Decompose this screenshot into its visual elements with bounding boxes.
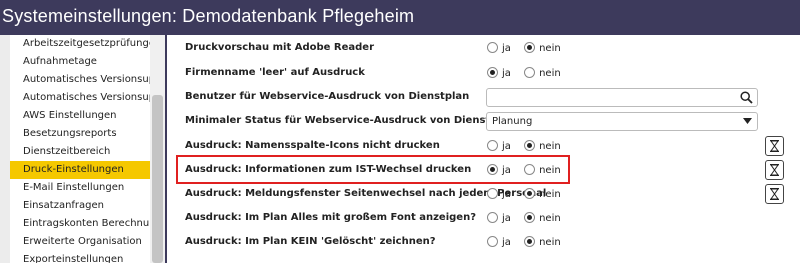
sidebar-item[interactable]: Eintragskonten Berechnung <box>10 215 150 233</box>
settings-sidebar: Arbeitszeitgesetzprüfungen Aufnahmetage … <box>0 35 165 263</box>
scrollbar-thumb[interactable] <box>152 95 163 263</box>
user-search-field[interactable] <box>486 88 758 107</box>
setting-label: Minimaler Status für Webservice-Ausdruck… <box>185 115 515 126</box>
setting-row: Druckvorschau mit Adobe Reader ja nein <box>167 37 800 61</box>
sidebar-item[interactable]: Automatisches Versionsupda <box>10 71 150 89</box>
hourglass-icon <box>770 188 779 200</box>
setting-row: Ausdruck: Im Plan Alles mit großem Font … <box>167 207 800 231</box>
setting-label: Ausdruck: Namensspalte-Icons nicht druck… <box>185 140 440 151</box>
setting-label: Firmenname 'leer' auf Ausdruck <box>185 67 365 78</box>
radio-group: ja nein <box>487 212 571 224</box>
sidebar-item[interactable]: Dienstzeitbereich <box>10 143 150 161</box>
radio-nein[interactable]: nein <box>524 140 561 152</box>
settings-panel: Druckvorschau mit Adobe Reader ja nein F… <box>167 35 800 263</box>
radio-ja[interactable]: ja <box>487 212 511 224</box>
sidebar-item[interactable]: E-Mail Einstellungen <box>10 179 150 197</box>
hourglass-button[interactable] <box>765 160 784 180</box>
hourglass-button[interactable] <box>765 184 784 204</box>
sidebar-item[interactable]: Besetzungsreports <box>10 125 150 143</box>
sidebar-item[interactable]: Erweiterte Organisation <box>10 233 150 251</box>
hourglass-icon <box>770 140 779 152</box>
status-select[interactable]: Planung <box>486 112 758 131</box>
sidebar-item[interactable]: Einsatzanfragen <box>10 197 150 215</box>
setting-row: Benutzer für Webservice-Ausdruck von Die… <box>167 86 800 110</box>
chevron-down-icon[interactable] <box>743 118 752 124</box>
setting-label: Ausdruck: Im Plan Alles mit großem Font … <box>185 212 476 223</box>
setting-row: Minimaler Status für Webservice-Ausdruck… <box>167 110 800 134</box>
sidebar-item-active[interactable]: Druck-Einstellungen <box>10 161 150 179</box>
radio-group: ja nein <box>487 67 571 79</box>
window-title: Systemeinstellungen: Demodatenbank Pfleg… <box>2 6 415 26</box>
radio-nein[interactable]: nein <box>524 188 561 200</box>
sidebar-item[interactable]: Exporteinstellungen <box>10 251 150 263</box>
radio-ja[interactable]: ja <box>487 42 511 54</box>
select-value: Planung <box>492 116 533 127</box>
sidebar-item[interactable]: Automatisches Versionsupda <box>10 89 150 107</box>
radio-group: ja nein <box>487 188 571 200</box>
sidebar-strip <box>0 35 10 263</box>
title-bar: Systemeinstellungen: Demodatenbank Pfleg… <box>0 0 800 35</box>
radio-nein[interactable]: nein <box>524 212 561 224</box>
setting-row: Ausdruck: Meldungsfenster Seitenwechsel … <box>167 183 800 207</box>
hourglass-button[interactable] <box>765 136 784 156</box>
setting-label: Ausdruck: Im Plan KEIN 'Gelöscht' zeichn… <box>185 236 436 247</box>
setting-row: Firmenname 'leer' auf Ausdruck ja nein <box>167 62 800 86</box>
sidebar-scrollbar[interactable] <box>150 35 165 263</box>
setting-label: Druckvorschau mit Adobe Reader <box>185 42 374 53</box>
sidebar-item[interactable]: Aufnahmetage <box>10 53 150 71</box>
sidebar-item[interactable]: Arbeitszeitgesetzprüfungen <box>10 35 150 53</box>
radio-ja[interactable]: ja <box>487 140 511 152</box>
setting-row: Ausdruck: Im Plan KEIN 'Gelöscht' zeichn… <box>167 231 800 255</box>
radio-group: ja nein <box>487 140 571 152</box>
highlight-box <box>176 155 570 184</box>
radio-nein[interactable]: nein <box>524 42 561 54</box>
radio-ja[interactable]: ja <box>487 236 511 248</box>
radio-group: ja nein <box>487 42 571 54</box>
search-icon[interactable] <box>740 91 753 104</box>
hourglass-icon <box>770 164 779 176</box>
setting-label: Benutzer für Webservice-Ausdruck von Die… <box>185 91 470 102</box>
radio-nein[interactable]: nein <box>524 67 561 79</box>
radio-ja[interactable]: ja <box>487 188 511 200</box>
sidebar-item[interactable]: AWS Einstellungen <box>10 107 150 125</box>
radio-nein[interactable]: nein <box>524 236 561 248</box>
radio-group: ja nein <box>487 236 571 248</box>
radio-ja[interactable]: ja <box>487 67 511 79</box>
